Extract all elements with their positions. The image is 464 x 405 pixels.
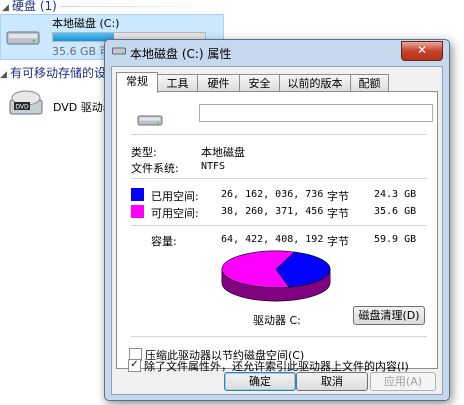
capacity-label: 容量: [151,235,177,248]
used-space-label: 已用空间: [151,190,199,203]
group-divider [60,6,220,7]
hard-disk-header-label: 硬盘 (1) [12,0,57,13]
tab-previous-versions[interactable]: 以前的版本 [279,74,351,92]
used-space-bytes: 26, 162, 036, 736 [221,189,324,200]
hard-disk-group-header[interactable]: ◢ 硬盘 (1) [2,0,57,14]
file-system-value: NTFS [201,161,226,172]
free-space-unit: 字节 [327,207,349,220]
used-space-size: 24.3 GB [374,189,417,200]
drive-c-free-text: 35.6 GB 可 [52,45,111,58]
collapse-arrow-icon[interactable]: ◢ [2,3,12,13]
removable-group-header[interactable]: ◢ 有可移动存储的设 [0,64,106,81]
cancel-button[interactable]: 取消 [296,372,368,391]
dialog-body: 常规 工具 硬件 安全 以前的版本 配额 类型: 本地磁盘 文件系统: NTFS… [111,66,443,395]
capacity-unit: 字节 [327,235,349,248]
svg-text:DVD: DVD [15,104,29,111]
properties-dialog: 本地磁盘 (C:) 属性 ✕ 常规 工具 硬件 安全 以前的版本 配额 类型: … [104,39,450,401]
tab-tools[interactable]: 工具 [157,74,198,92]
ok-button[interactable]: 确定 [224,372,296,391]
drive-title-icon [112,47,126,55]
tab-quota[interactable]: 配额 [350,74,389,92]
used-space-unit: 字节 [327,190,349,203]
dialog-title: 本地磁盘 (C:) 属性 [130,47,232,61]
type-label: 类型: [131,146,157,159]
divider [131,178,427,179]
free-space-swatch [131,205,144,218]
dvd-drive-icon: DVD [9,90,43,115]
tab-general[interactable]: 常规 [116,72,158,93]
drive-label: 驱动器 C: [253,314,301,327]
drive-c-name: 本地磁盘 (C:) [52,17,120,30]
divider [131,336,427,337]
hard-drive-icon [6,31,40,45]
hard-drive-icon [137,115,163,126]
tab-hardware[interactable]: 硬件 [197,74,240,92]
free-space-size: 35.6 GB [374,206,417,217]
disk-cleanup-button[interactable]: 磁盘清理(D) [353,306,425,325]
capacity-bytes: 64, 422, 408, 192 [221,234,324,245]
collapse-arrow-icon[interactable]: ◢ [0,70,10,80]
file-system-label: 文件系统: [131,162,179,175]
drive-name-input[interactable] [199,104,433,122]
removable-header-label: 有可移动存储的设 [10,66,107,80]
tab-security[interactable]: 安全 [239,74,280,92]
apply-button[interactable]: 应用(A) [370,372,436,391]
divider [131,225,427,226]
free-space-bytes: 38, 260, 371, 456 [221,206,324,217]
type-value: 本地磁盘 [201,146,245,159]
close-icon: ✕ [416,43,428,57]
divider [131,134,427,135]
capacity-size: 59.9 GB [374,234,417,245]
index-checkbox[interactable]: ✓ [128,359,141,372]
dialog-titlebar[interactable]: 本地磁盘 (C:) 属性 ✕ [105,40,449,65]
disk-usage-pie-chart [221,250,331,302]
general-panel: 类型: 本地磁盘 文件系统: NTFS 已用空间: 26, 162, 036, … [116,91,438,369]
free-space-label: 可用空间: [151,207,199,220]
used-space-swatch [131,188,144,201]
close-button[interactable]: ✕ [401,41,443,61]
